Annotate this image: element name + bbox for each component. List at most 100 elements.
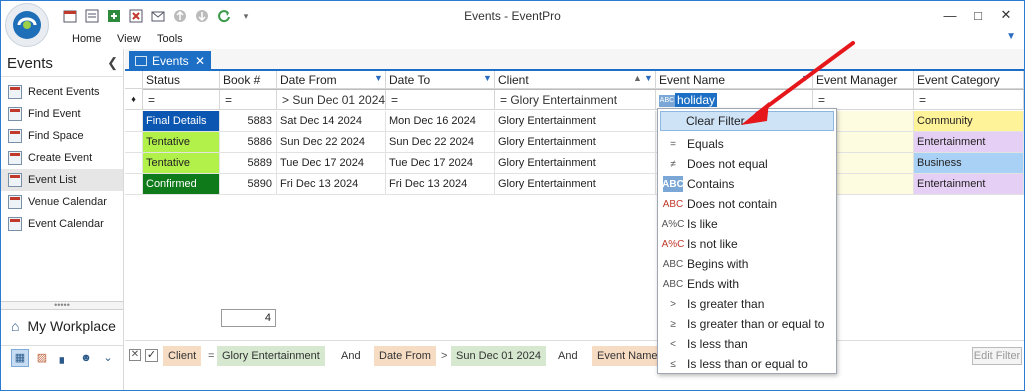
clear-filter-item[interactable]: Clear Filter — [660, 111, 834, 131]
cell-date-to[interactable]: Sun Dec 22 2024 — [386, 132, 495, 153]
row-indicator[interactable] — [125, 153, 143, 174]
collapse-sidebar-icon[interactable]: ❮ — [107, 55, 118, 71]
operator-does-not-contain[interactable]: ABC Does not contain — [659, 194, 835, 214]
sidebar-item-event-calendar[interactable]: Event Calendar — [1, 213, 123, 235]
filter-book[interactable]: = — [220, 90, 277, 110]
sidebar-item-recent-events[interactable]: Recent Events — [1, 81, 123, 103]
sidebar: Events ❮ Recent Events Find Event Find S… — [1, 49, 124, 390]
bed-icon[interactable]: ▨ — [33, 349, 51, 367]
cell-status[interactable]: Final Details — [143, 111, 220, 132]
cell-date-from[interactable]: Tue Dec 17 2024 — [277, 153, 386, 174]
more-chevron-icon[interactable]: ⌄ — [99, 349, 117, 367]
cell-status[interactable]: Tentative — [143, 153, 220, 174]
filter-icon[interactable]: ▼ — [483, 73, 492, 83]
cell-date-from[interactable]: Sat Dec 14 2024 — [277, 111, 386, 132]
minimize-button[interactable]: — — [936, 5, 964, 25]
sidebar-item-venue-calendar[interactable]: Venue Calendar — [1, 191, 123, 213]
filter-icon[interactable]: ▼ — [801, 73, 810, 83]
column-header-client[interactable]: Client — [495, 71, 656, 89]
filter-chip-field[interactable]: Event Name — [592, 346, 663, 366]
menu-tools[interactable]: Tools — [157, 33, 183, 45]
filter-icon[interactable]: ▼ — [644, 73, 653, 83]
edit-filter-button[interactable]: Edit Filter — [972, 347, 1022, 365]
cell-client[interactable]: Glory Entertainment — [495, 132, 656, 153]
tab-events[interactable]: Events ✕ — [129, 51, 211, 71]
operator-ends-with[interactable]: ABC Ends with — [659, 274, 835, 294]
venue-calendar-icon — [8, 195, 22, 209]
cell-book-number[interactable]: 5889 — [220, 153, 277, 174]
cell-event-category[interactable]: Entertainment — [914, 132, 1024, 153]
contact-icon[interactable]: ☻ — [77, 349, 95, 367]
clear-filter-icon[interactable]: ✕ — [129, 349, 141, 361]
my-workplace[interactable]: ⌂ My Workplace — [1, 311, 123, 341]
close-button[interactable]: ✕ — [992, 5, 1020, 25]
cell-status[interactable]: Confirmed — [143, 174, 220, 195]
cell-book-number[interactable]: 5886 — [220, 132, 277, 153]
filter-chip-value[interactable]: Glory Entertainment — [217, 346, 325, 366]
cell-event-category[interactable]: Business — [914, 153, 1024, 174]
cell-date-to[interactable]: Fri Dec 13 2024 — [386, 174, 495, 195]
events-nav-icon[interactable]: ▦ — [11, 348, 29, 367]
column-header-event-category[interactable]: Event Category — [914, 71, 1024, 89]
operator-label: Is like — [687, 217, 718, 231]
filter-event-category[interactable]: = — [914, 90, 1024, 110]
column-header-status[interactable]: Status — [143, 71, 220, 89]
column-header-book[interactable]: Book # — [220, 71, 277, 89]
operator-is-greater-than-or-equal-to[interactable]: ≥ Is greater than or equal to — [659, 314, 835, 334]
cell-client[interactable]: Glory Entertainment — [495, 174, 656, 195]
operator-is-less-than[interactable]: < Is less than — [659, 334, 835, 354]
column-header-date-to[interactable]: Date To — [386, 71, 495, 89]
sidebar-splitter[interactable]: ••••• — [1, 301, 123, 310]
filter-date-to[interactable]: = — [386, 90, 495, 110]
menu-view[interactable]: View — [117, 33, 141, 45]
cell-date-to[interactable]: Tue Dec 17 2024 — [386, 153, 495, 174]
contains-operator-icon[interactable]: ABC — [659, 94, 675, 107]
column-header-event-manager[interactable]: Event Manager — [813, 71, 914, 89]
ribbon-collapse-icon[interactable]: ▼ — [1006, 31, 1016, 42]
operator-equals[interactable]: = Equals — [659, 134, 835, 154]
filter-chip-operator[interactable]: > — [436, 346, 452, 366]
sidebar-item-create-event[interactable]: Create Event — [1, 147, 123, 169]
cell-status[interactable]: Tentative — [143, 132, 220, 153]
operator-is-like[interactable]: A%C Is like — [659, 214, 835, 234]
row-indicator[interactable] — [125, 111, 143, 132]
operator-begins-with[interactable]: ABC Begins with — [659, 254, 835, 274]
filter-chip-field[interactable]: Client — [163, 346, 202, 366]
cell-event-category[interactable]: Entertainment — [914, 174, 1024, 195]
operator-is-greater-than[interactable]: > Is greater than — [659, 294, 835, 314]
filter-chip-value[interactable]: Sun Dec 01 2024 — [451, 346, 547, 366]
operator-contains[interactable]: ABC Contains — [659, 174, 835, 194]
enable-filter-checkbox[interactable]: ✓ — [145, 349, 158, 362]
operator-is-less-than-or-equal-to[interactable]: ≤ Is less than or equal to — [659, 354, 835, 374]
filter-client[interactable]: = Glory Entertainment — [495, 90, 656, 110]
filter-event-name-value[interactable]: holiday — [675, 93, 718, 107]
factory-icon[interactable]: ▖ — [55, 349, 73, 367]
operator-does-not-equal[interactable]: ≠ Does not equal — [659, 154, 835, 174]
cell-date-from[interactable]: Sun Dec 22 2024 — [277, 132, 386, 153]
sidebar-item-event-list[interactable]: Event List — [1, 169, 123, 191]
filter-chip-field[interactable]: Date From — [374, 346, 436, 366]
sidebar-item-find-space[interactable]: Find Space — [1, 125, 123, 147]
sidebar-item-find-event[interactable]: Find Event — [1, 103, 123, 125]
cell-date-from[interactable]: Fri Dec 13 2024 — [277, 174, 386, 195]
cell-book-number[interactable]: 5883 — [220, 111, 277, 132]
row-indicator[interactable] — [125, 132, 143, 153]
cell-date-to[interactable]: Mon Dec 16 2024 — [386, 111, 495, 132]
filter-event-name[interactable]: ABC holiday — [656, 90, 813, 110]
filter-event-manager[interactable]: = — [813, 90, 914, 110]
filter-icon[interactable]: ▼ — [374, 73, 383, 83]
cell-event-category[interactable]: Community — [914, 111, 1024, 132]
filter-date-from[interactable]: > Sun Dec 01 2024 — [277, 90, 386, 110]
cell-client[interactable]: Glory Entertainment — [495, 111, 656, 132]
maximize-button[interactable]: □ — [964, 5, 992, 25]
filter-status[interactable]: = — [143, 90, 220, 110]
operator-is-not-like[interactable]: A%C Is not like — [659, 234, 835, 254]
row-indicator[interactable] — [125, 174, 143, 195]
menu-home[interactable]: Home — [72, 33, 101, 45]
sort-ascending-icon[interactable]: ▲ — [633, 73, 642, 83]
column-header-event-name[interactable]: Event Name — [656, 71, 813, 89]
tab-close-icon[interactable]: ✕ — [195, 54, 205, 68]
cell-client[interactable]: Glory Entertainment — [495, 153, 656, 174]
cell-book-number[interactable]: 5890 — [220, 174, 277, 195]
column-header-date-from[interactable]: Date From — [277, 71, 386, 89]
